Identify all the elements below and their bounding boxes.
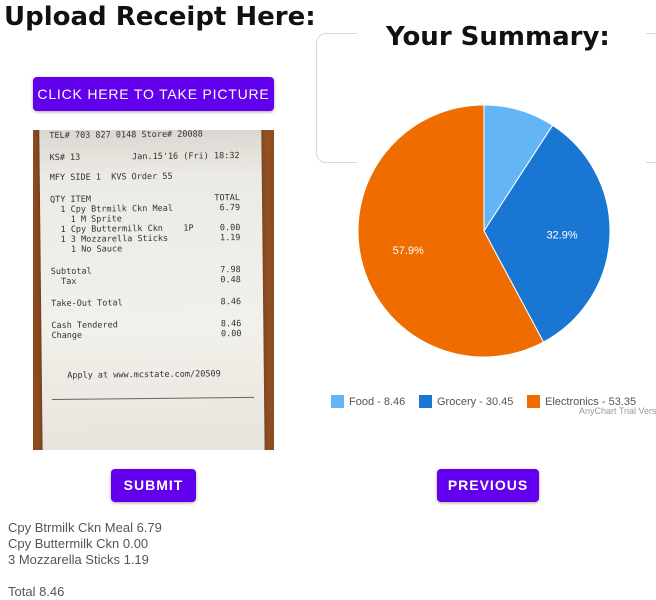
summary-heading: Your Summary: [386,22,610,52]
receipt-line-amount: 0.00 [220,329,242,340]
pie-chart: 32.9% 57.9% [357,105,611,358]
receipt-line: Change [51,330,83,342]
summary-card-right-edge [646,33,656,163]
legend-swatch-food [331,395,344,408]
receipt-line-amount: 8.46 [220,297,242,308]
receipt-line: QTY ITEM [49,194,92,206]
legend-item-grocery[interactable]: Grocery - 30.45 [419,395,513,408]
upload-heading: Upload Receipt Here: [4,2,316,32]
receipt-line: 1 No Sauce [50,244,123,256]
receipt-line-amount: 1.19 [219,233,241,244]
pie-label-grocery: 32.9% [546,229,577,241]
receipt-line: Tax [50,276,77,288]
legend-label-food: Food - 8.46 [349,396,406,408]
submit-button[interactable]: SUBMIT [111,469,196,502]
chart-credit: AnyChart Trial Version [579,406,656,416]
receipt-line-amount: Jan.15'16 (Fri) 18:32 [132,151,240,163]
receipt-line: MFY SIDE 1 KVS Order 55 [49,171,173,184]
receipt-line: 1 3 Mozzarella Sticks [50,233,169,246]
parsed-item: Cpy Buttermilk Ckn 0.00 [8,536,149,551]
legend-swatch-electronics [527,395,540,408]
pie-label-electronics: 57.9% [393,245,424,257]
summary-card-left-edge [316,33,357,163]
parsed-item: 3 Mozzarella Sticks 1.19 [8,552,149,567]
receipt-paper: TEL# 703 827 0148 Store# 20088 KS# 13 Jan.… [39,130,265,450]
receipt-rule [52,396,255,401]
receipt-line-amount: 6.79 [219,203,241,214]
receipt-line-amount: 7.98 [220,265,241,276]
receipt-line: Cash Tendered [51,320,118,332]
legend-label-grocery: Grocery - 30.45 [437,396,514,408]
receipt-line-amount: TOTAL [214,193,241,204]
receipt-line: KS# 13 [49,152,81,164]
receipt-line-amount: 8.46 [220,319,242,330]
receipt-line-amount: 0.48 [220,275,241,286]
legend-item-food[interactable]: Food - 8.46 [331,395,405,408]
receipt-line: Subtotal [50,266,92,278]
receipt-line-amount: 0.00 [219,223,241,234]
parsed-item: Cpy Btrmilk Ckn Meal 6.79 [8,520,162,535]
take-picture-button[interactable]: CLICK HERE TO TAKE PICTURE [33,77,274,111]
legend-swatch-grocery [419,395,432,408]
receipt-line: Take-Out Total [51,298,123,310]
receipt-line: 1 Cpy Btrmilk Ckn Meal [50,203,173,216]
receipt-line: Apply at www.mcstate.com/20509 [51,369,221,382]
parsed-receipt-summary: Cpy Btrmilk Ckn Meal 6.79 Cpy Buttermilk… [8,520,162,600]
receipt-line: TEL# 703 827 0148 Store# 20088 [49,130,203,142]
previous-button[interactable]: PREVIOUS [437,469,539,502]
receipt-photo: TEL# 703 827 0148 Store# 20088 KS# 13 Jan.… [33,130,274,450]
